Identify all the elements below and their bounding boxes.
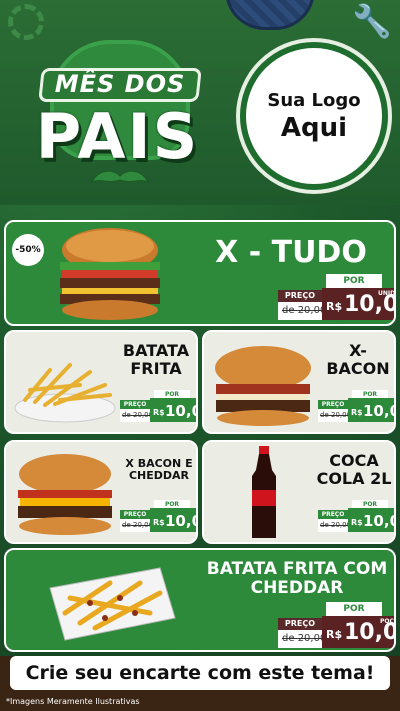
burger-image [215,346,311,426]
preco-label: PREÇO [120,510,150,519]
product-name: BATATA FRITA COM CHEDDAR [206,559,388,598]
product-card-batata-frita[interactable]: BATATA FRITA POR PREÇO de 20,00 R$ 10,00 [4,330,198,434]
product-card-x-tudo[interactable]: -50% X - TUDO POR PREÇO de 20,00 R$ 10,0… [4,220,396,326]
old-price: de 20,00 [282,305,327,316]
product-name: BATATA FRITA [122,341,190,378]
preco-label: PREÇO [278,290,322,302]
mustache-icon [90,170,150,184]
old-price: de 20,00 [282,633,327,644]
product-card-x-bacon[interactable]: X-BACON POR PREÇO de 20,00 R$ 10,00 [202,330,396,434]
price-tag: POR PREÇO de 20,00 R$ 10,00 [318,500,394,534]
preco-label: PREÇO [278,618,322,630]
product-name: X BACON E CHEDDAR [125,457,193,483]
fries-cheddar-image [49,567,176,641]
logo-line1: Sua Logo [267,89,361,111]
wrench-icon: 🔧 [352,2,392,40]
old-price: de 20,00 [122,411,154,419]
price-value: 10,00 [363,402,394,420]
title-badge: MÊS DOS PAIS [10,40,225,200]
title-small: MÊS DOS [54,70,186,98]
price-value: 10,00 [363,512,394,530]
flyer-page: 🔧 MÊS DOS PAIS Sua Logo Aqui -50% X - TU… [0,0,400,711]
currency: R$ [351,518,363,527]
old-price: de 20,00 [320,411,352,419]
por-label: POR [326,274,382,288]
shirt-decoration [225,0,315,30]
soda-bottle-image [252,446,276,538]
unit-label: POÇ [380,618,394,625]
fries-image [14,363,116,423]
burger-image [60,228,160,320]
price-value: 10,00 [165,402,196,420]
cta-banner[interactable]: Crie seu encarte com este tema! [10,656,390,690]
price-tag: POR PREÇO de 20,00 R$ 10,00 [120,390,196,424]
old-price: de 20,00 [320,521,352,529]
price-tag: POR PREÇO de 20,00 R$ 10,00 UNID [278,274,394,322]
burger-image [18,454,112,535]
product-card-x-bacon-cheddar[interactable]: X BACON E CHEDDAR POR PREÇO de 20,00 R$ … [4,440,198,544]
logo-placeholder[interactable]: Sua Logo Aqui [240,42,388,190]
currency: R$ [153,408,165,417]
currency: R$ [326,628,343,641]
currency: R$ [351,408,363,417]
preco-label: PREÇO [318,510,348,519]
price-tag: POR PREÇO de 20,00 R$ 10,00 [120,500,196,534]
price-value: 10,00 [165,512,196,530]
logo-line2: Aqui [280,112,348,143]
old-price: de 20,00 [122,521,154,529]
price-tag: POR PREÇO de 20,00 R$ 10,00 POÇ [278,602,394,650]
product-name: COCA COLA 2L [316,451,392,488]
price-tag: POR PREÇO de 20,00 R$ 10,00 [318,390,394,424]
disclaimer: *Imagens Meramente Ilustrativas [6,697,140,706]
discount-badge: -50% [12,234,44,266]
header: 🔧 MÊS DOS PAIS Sua Logo Aqui [0,0,400,205]
product-card-batata-cheddar[interactable]: BATATA FRITA COM CHEDDAR POR PREÇO de 20… [4,548,396,652]
title-big: PAIS [35,100,200,173]
currency: R$ [326,300,343,313]
gear-icon [8,4,44,40]
product-card-coca-cola[interactable]: COCA COLA 2L POR PREÇO de 20,00 R$ 10,00 [202,440,396,544]
preco-label: PREÇO [120,400,150,409]
preco-label: PREÇO [318,400,348,409]
por-label: POR [326,602,382,616]
product-name: X-BACON [326,341,390,378]
unit-label: UNID [378,290,396,297]
product-name: X - TUDO [215,235,367,270]
currency: R$ [153,518,165,527]
